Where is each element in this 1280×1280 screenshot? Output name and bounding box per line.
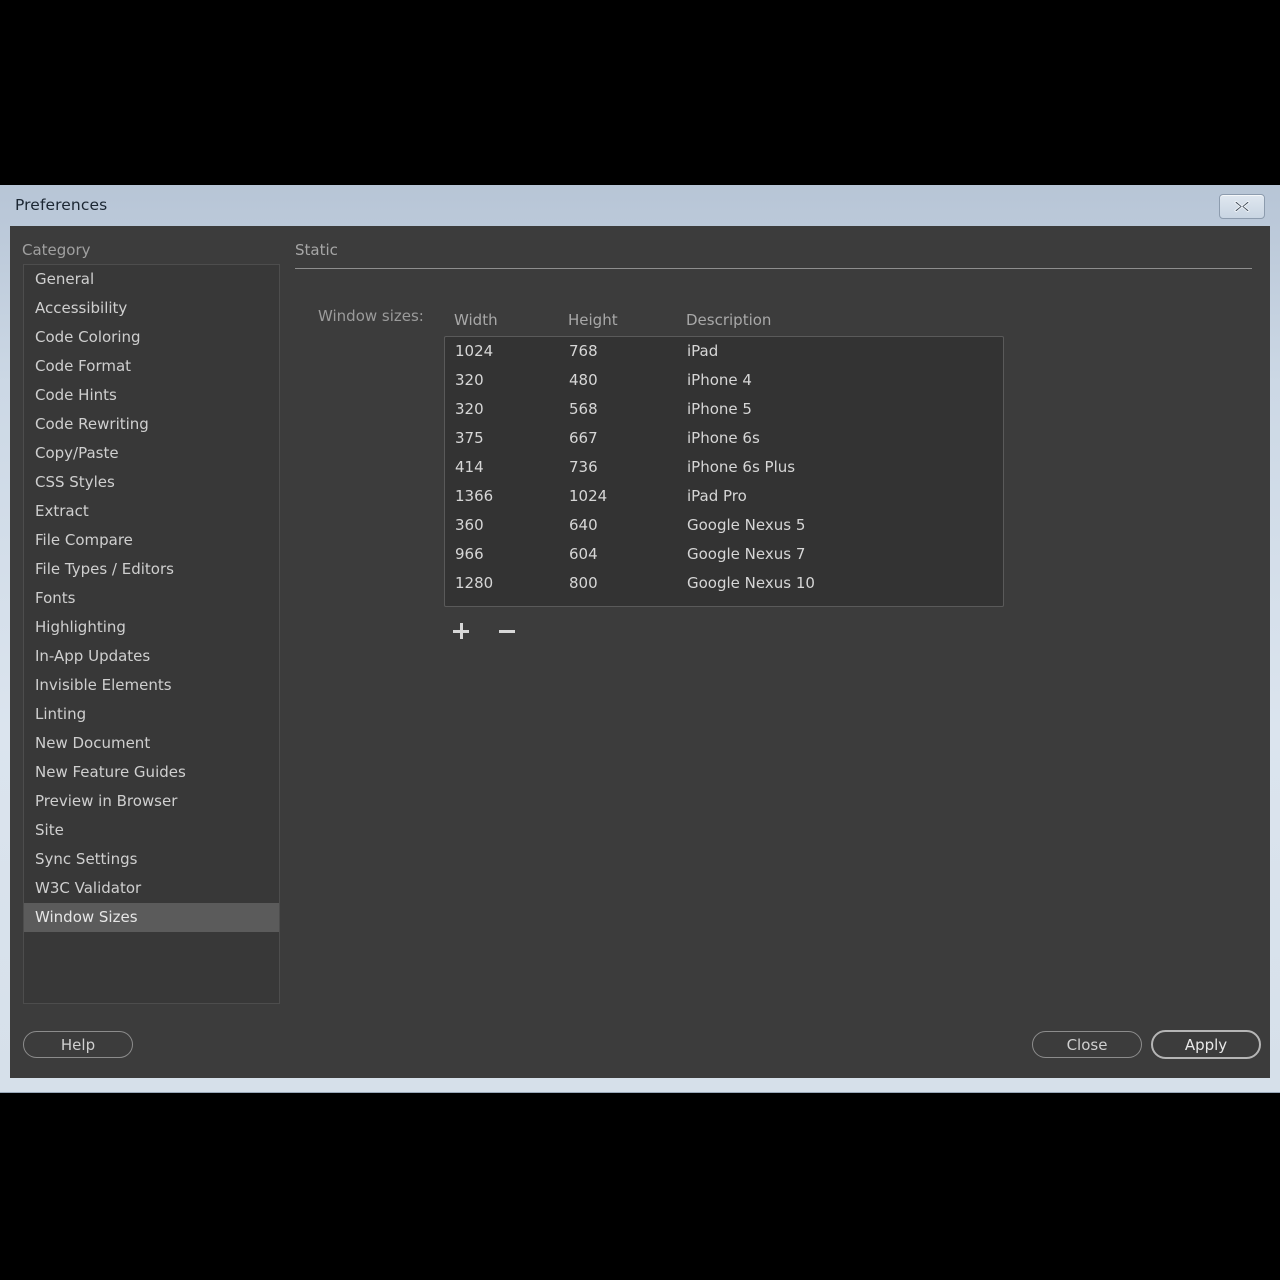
cell-height: 736 — [569, 458, 598, 476]
table-row[interactable]: 375 667 iPhone 6s — [445, 424, 1003, 453]
cell-description: iPhone 4 — [687, 371, 752, 389]
cell-width: 375 — [455, 429, 484, 447]
apply-button[interactable]: Apply — [1151, 1030, 1261, 1059]
minus-icon — [499, 623, 515, 639]
sidebar-item-invisible-elements[interactable]: Invisible Elements — [24, 671, 279, 700]
sidebar-item-new-feature-guides[interactable]: New Feature Guides — [24, 758, 279, 787]
section-divider — [295, 268, 1252, 269]
sidebar-item-highlighting[interactable]: Highlighting — [24, 613, 279, 642]
category-label: Category — [22, 241, 91, 259]
section-title: Static — [295, 241, 338, 259]
sidebar-item-in-app-updates[interactable]: In-App Updates — [24, 642, 279, 671]
remove-window-size-button[interactable] — [494, 618, 520, 644]
cell-width: 966 — [455, 545, 484, 563]
cell-width: 320 — [455, 400, 484, 418]
table-row[interactable]: 1366 1024 iPad Pro — [445, 482, 1003, 511]
cell-description: iPad — [687, 342, 719, 360]
table-action-buttons — [448, 618, 520, 644]
cell-height: 640 — [569, 516, 598, 534]
cell-description: Google Nexus 7 — [687, 545, 806, 563]
close-window-button[interactable] — [1219, 194, 1265, 219]
category-list[interactable]: General Accessibility Code Coloring Code… — [23, 264, 280, 1004]
cell-width: 414 — [455, 458, 484, 476]
cell-height: 1024 — [569, 487, 608, 505]
sidebar-item-w3c-validator[interactable]: W3C Validator — [24, 874, 279, 903]
table-row[interactable]: 320 480 iPhone 4 — [445, 366, 1003, 395]
cell-height: 768 — [569, 342, 598, 360]
table-row[interactable]: 966 604 Google Nexus 7 — [445, 540, 1003, 569]
column-header-width: Width — [454, 311, 498, 329]
cell-description: iPhone 6s — [687, 429, 760, 447]
preferences-dialog: Preferences Category General Accessibili… — [0, 185, 1280, 1093]
table-header-row: Width Height Description — [448, 311, 1008, 331]
column-header-height: Height — [568, 311, 618, 329]
cell-width: 360 — [455, 516, 484, 534]
cell-width: 320 — [455, 371, 484, 389]
sidebar-item-file-types-editors[interactable]: File Types / Editors — [24, 555, 279, 584]
cell-width: 1366 — [455, 487, 494, 505]
close-button[interactable]: Close — [1032, 1031, 1142, 1058]
sidebar-item-code-coloring[interactable]: Code Coloring — [24, 323, 279, 352]
cell-height: 667 — [569, 429, 598, 447]
cell-height: 604 — [569, 545, 598, 563]
sidebar-item-file-compare[interactable]: File Compare — [24, 526, 279, 555]
sidebar-item-copy-paste[interactable]: Copy/Paste — [24, 439, 279, 468]
sidebar-item-code-hints[interactable]: Code Hints — [24, 381, 279, 410]
cell-description: Google Nexus 5 — [687, 516, 806, 534]
sidebar-item-new-document[interactable]: New Document — [24, 729, 279, 758]
table-row[interactable]: 1280 800 Google Nexus 10 — [445, 569, 1003, 598]
cell-description: iPad Pro — [687, 487, 747, 505]
table-row[interactable]: 360 640 Google Nexus 5 — [445, 511, 1003, 540]
help-button[interactable]: Help — [23, 1031, 133, 1058]
cell-description: iPhone 6s Plus — [687, 458, 796, 476]
sidebar-item-site[interactable]: Site — [24, 816, 279, 845]
sidebar-item-linting[interactable]: Linting — [24, 700, 279, 729]
sidebar-item-code-format[interactable]: Code Format — [24, 352, 279, 381]
sidebar-item-window-sizes[interactable]: Window Sizes — [24, 903, 279, 932]
cell-height: 568 — [569, 400, 598, 418]
cell-height: 480 — [569, 371, 598, 389]
cell-width: 1280 — [455, 574, 494, 592]
add-window-size-button[interactable] — [448, 618, 474, 644]
close-x-icon — [1234, 200, 1250, 213]
sidebar-item-sync-settings[interactable]: Sync Settings — [24, 845, 279, 874]
window-sizes-table[interactable]: 1024 768 iPad 320 480 iPhone 4 320 568 i… — [444, 336, 1004, 607]
column-header-description: Description — [686, 311, 772, 329]
sidebar-item-fonts[interactable]: Fonts — [24, 584, 279, 613]
window-sizes-label: Window sizes: — [318, 307, 424, 325]
sidebar-item-accessibility[interactable]: Accessibility — [24, 294, 279, 323]
cell-description: Google Nexus 10 — [687, 574, 815, 592]
dialog-body: Category General Accessibility Code Colo… — [10, 226, 1270, 1078]
cell-height: 800 — [569, 574, 598, 592]
sidebar-item-general[interactable]: General — [24, 265, 279, 294]
dialog-title: Preferences — [15, 196, 108, 214]
sidebar-item-css-styles[interactable]: CSS Styles — [24, 468, 279, 497]
plus-icon — [453, 623, 469, 639]
sidebar-item-extract[interactable]: Extract — [24, 497, 279, 526]
sidebar-item-preview-in-browser[interactable]: Preview in Browser — [24, 787, 279, 816]
cell-width: 1024 — [455, 342, 494, 360]
title-bar: Preferences — [0, 185, 1280, 226]
sidebar-item-code-rewriting[interactable]: Code Rewriting — [24, 410, 279, 439]
cell-description: iPhone 5 — [687, 400, 752, 418]
table-row[interactable]: 414 736 iPhone 6s Plus — [445, 453, 1003, 482]
table-row[interactable]: 1024 768 iPad — [445, 337, 1003, 366]
table-row[interactable]: 320 568 iPhone 5 — [445, 395, 1003, 424]
